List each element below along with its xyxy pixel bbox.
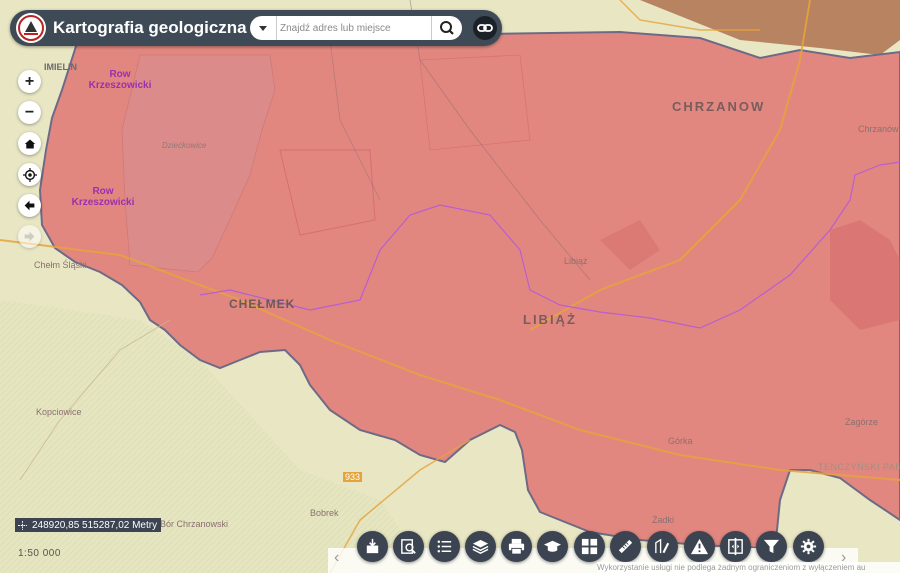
zoom-in-button[interactable]: + [18, 70, 41, 93]
label-zagorze: Zagórze [845, 417, 879, 427]
next-extent-button[interactable] [18, 225, 41, 248]
link-icon [477, 24, 493, 32]
zoom-out-button[interactable]: − [18, 101, 41, 124]
label-dzieckowice: Dziećkowice [162, 141, 207, 150]
arrow-right-icon [24, 231, 35, 242]
label-road-933: 933 [343, 472, 363, 482]
tool-identify[interactable] [393, 531, 424, 562]
search-icon [440, 21, 454, 35]
label-bor-chrzanowski: Bór Chrzanowski [160, 519, 229, 529]
toolbar-scroll-left[interactable]: ‹ [334, 549, 339, 567]
print-icon [508, 538, 525, 555]
grid-icon [581, 538, 598, 555]
label-chrzanow: CHRZANOW [672, 99, 766, 114]
home-icon [24, 139, 35, 148]
gear-icon [800, 538, 817, 555]
label-kopciowice: Kopciowice [36, 407, 82, 417]
app-header: Kartografia geologiczna [10, 10, 502, 46]
previous-extent-button[interactable] [18, 194, 41, 217]
tool-settings[interactable] [793, 531, 824, 562]
filter-icon [763, 539, 780, 554]
arrow-left-icon [24, 200, 35, 211]
tool-data-download[interactable] [357, 531, 388, 562]
search-box [250, 16, 462, 40]
draw-icon [655, 538, 670, 554]
label-chelm-slaski: Chełm Śląski [34, 260, 87, 270]
download-icon [366, 538, 379, 554]
tool-filter[interactable] [756, 531, 787, 562]
tool-draw[interactable] [647, 531, 678, 562]
identify-icon [401, 539, 416, 554]
label-libiaz-small: Libiąż [564, 256, 588, 266]
label-bobrek: Bobrek [310, 508, 339, 518]
locate-button[interactable] [18, 163, 41, 186]
swipe-icon [728, 537, 743, 556]
label-imielin: IMIELIN [44, 62, 77, 72]
label-chelmek: CHEŁMEK [229, 297, 296, 311]
tool-education[interactable] [537, 531, 568, 562]
search-dropdown-button[interactable] [250, 16, 277, 40]
locate-icon [22, 167, 37, 182]
coordinates-display: 248920,85 515287,02 Metry [15, 518, 162, 532]
attribution-text: Wykorzystanie usługi nie podlega żadnym … [597, 562, 900, 573]
label-gorka: Górka [668, 436, 693, 446]
layers-icon [472, 539, 489, 554]
label-zadki: Żadki [652, 515, 675, 525]
tool-layers[interactable] [465, 531, 496, 562]
app-logo[interactable] [16, 13, 46, 43]
tool-legend[interactable] [429, 531, 460, 562]
label-chrzanow-small: Chrzanów [858, 124, 899, 134]
tool-warning[interactable] [684, 531, 715, 562]
logo-icon [18, 15, 44, 41]
ruler-icon [618, 539, 633, 554]
label-row-krzeszowicki-2: Row Krzeszowicki [71, 186, 135, 208]
tool-compare[interactable] [720, 531, 751, 562]
scale-label: 1:50 000 [18, 548, 61, 559]
coordinates-text: 248920,85 515287,02 Metry [32, 519, 158, 531]
graduation-cap-icon [543, 540, 562, 552]
tool-measure[interactable] [610, 531, 641, 562]
warning-icon [690, 538, 709, 555]
label-park: TENCZYŃSKI PARK KR [818, 462, 900, 472]
search-input[interactable] [280, 19, 430, 37]
home-button[interactable] [18, 132, 41, 155]
label-row-krzeszowicki-1: Row Krzeszowicki [88, 69, 152, 91]
label-libiaz: LIBIĄŻ [523, 312, 577, 327]
app-title: Kartografia geologiczna [53, 18, 247, 37]
search-button[interactable] [431, 16, 462, 40]
crosshair-icon [18, 520, 27, 530]
tool-basemap[interactable] [574, 531, 605, 562]
share-link-button[interactable] [473, 16, 497, 40]
list-icon [437, 540, 452, 553]
tool-print[interactable] [501, 531, 532, 562]
